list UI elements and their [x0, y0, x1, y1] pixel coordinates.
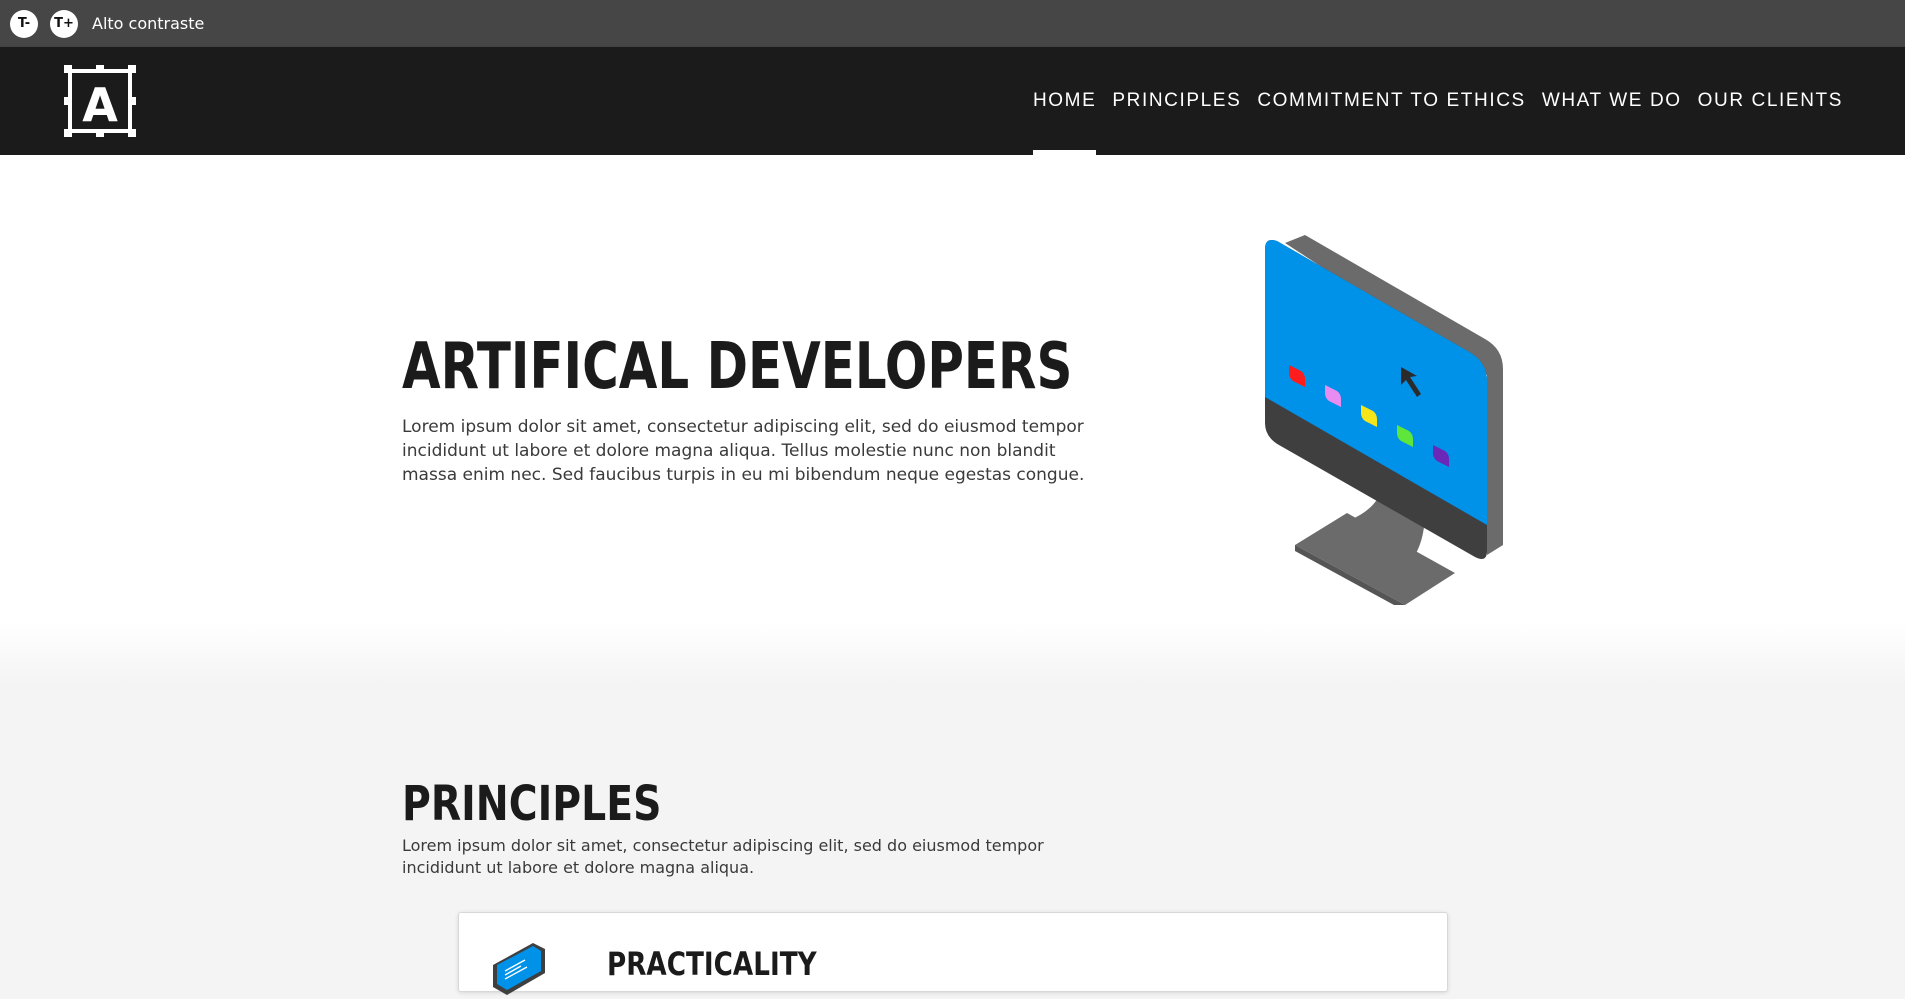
monitor-illustration [1255, 235, 1515, 611]
high-contrast-toggle[interactable]: Alto contraste [92, 14, 204, 33]
hero-title: ARTIFICAL DEVELOPERS [402, 330, 1073, 404]
monitor-icon [1265, 235, 1503, 611]
accessibility-bar: T- T+ Alto contraste [0, 0, 1905, 47]
nav-item-commitment-to-ethics[interactable]: COMMITMENT TO ETHICS [1257, 47, 1525, 155]
hero-section: ARTIFICAL DEVELOPERS Lorem ipsum dolor s… [0, 155, 1905, 685]
increase-font-button[interactable]: T+ [50, 9, 78, 38]
laptop-icon [487, 935, 547, 995]
principle-card-title: PRACTICALITY [607, 945, 817, 983]
svg-text:A: A [82, 78, 118, 132]
decrease-font-label: T- [17, 16, 31, 31]
decrease-font-button[interactable]: T- [10, 9, 38, 38]
principle-card: PRACTICALITY [458, 912, 1448, 995]
hero-text: Lorem ipsum dolor sit amet, consectetur … [402, 417, 1085, 485]
main-nav: HOME PRINCIPLES COMMITMENT TO ETHICS WHA… [1017, 47, 1843, 155]
nav-item-home[interactable]: HOME [1032, 47, 1097, 155]
nav-item-principles[interactable]: PRINCIPLES [1112, 47, 1241, 155]
principles-title: PRINCIPLES [402, 776, 662, 832]
site-header: A HOME PRINCIPLES COMMITMENT TO ETHICS W… [0, 47, 1905, 155]
logo-icon: A [64, 65, 136, 137]
nav-item-what-we-do[interactable]: WHAT WE DO [1542, 47, 1682, 155]
principles-text: Lorem ipsum dolor sit amet, consectetur … [402, 836, 1044, 877]
principles-section: PRINCIPLES Lorem ipsum dolor sit amet, c… [0, 685, 1905, 995]
logo[interactable]: A [64, 65, 136, 137]
increase-font-label: T+ [54, 16, 74, 31]
nav-item-our-clients[interactable]: OUR CLIENTS [1698, 47, 1843, 155]
